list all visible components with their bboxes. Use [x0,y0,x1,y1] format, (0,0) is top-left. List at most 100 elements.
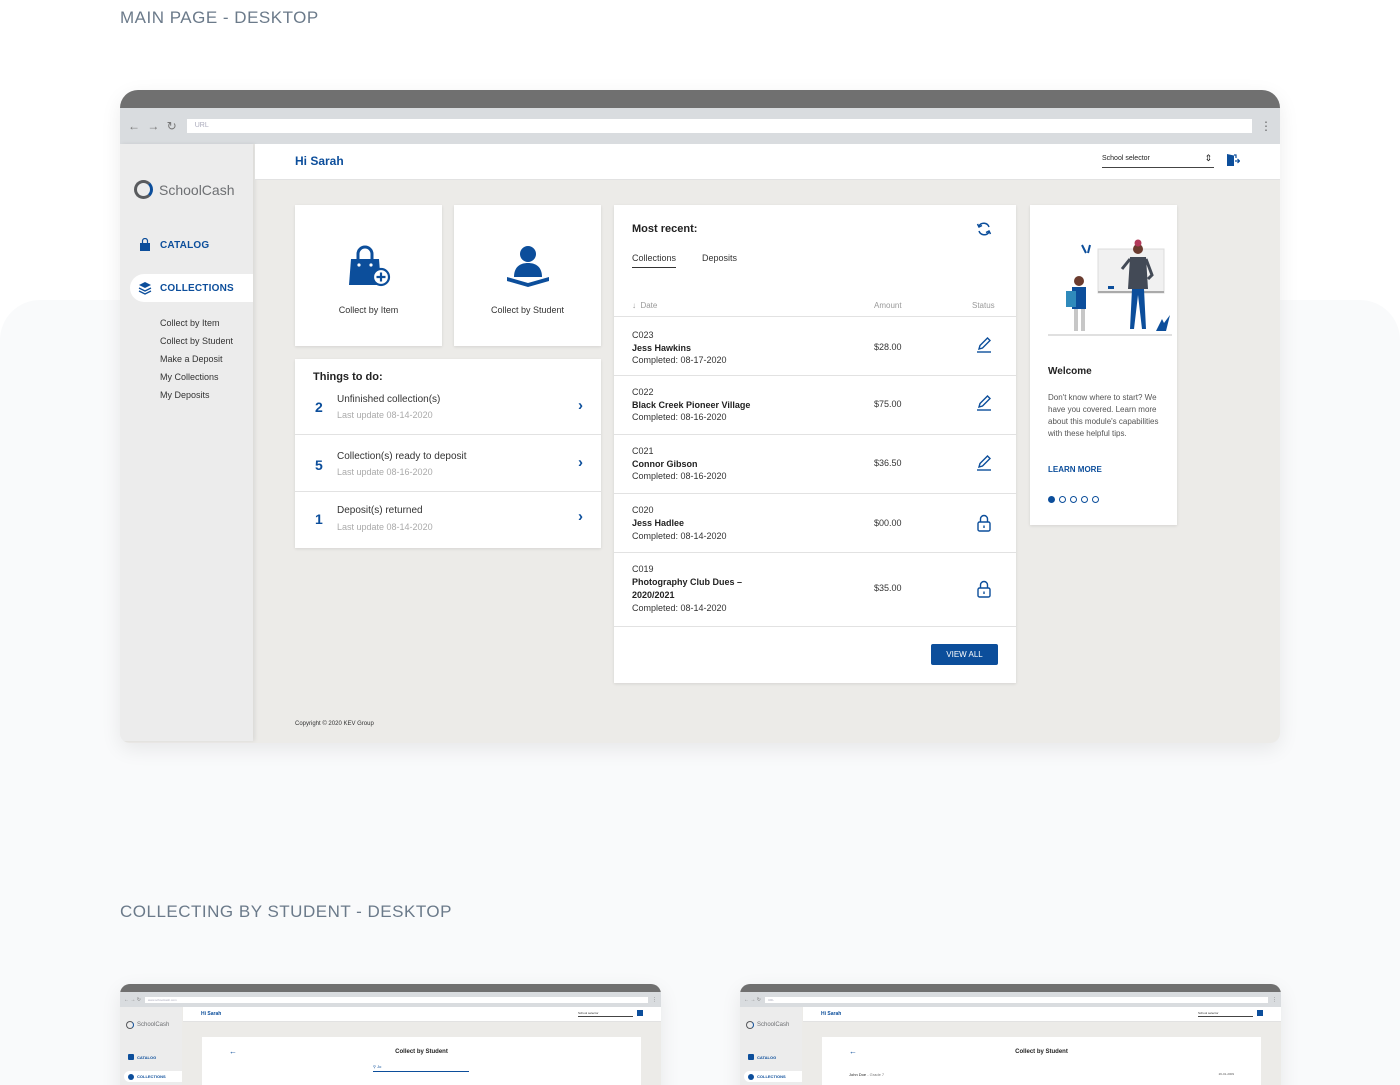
schoolcash-logo[interactable]: SchoolCash [126,1021,169,1029]
sidebar-item-collections[interactable]: COLLECTIONS [744,1071,802,1082]
submenu-make-a-deposit[interactable]: Make a Deposit [160,350,233,368]
catalog-bag-icon [140,238,150,251]
browser-menu-icon[interactable]: ⋮ [1272,997,1277,1003]
schoolcash-logo[interactable]: SchoolCash [746,1021,789,1029]
browser-nav-icons[interactable]: ← → ↻ [128,119,179,133]
logo-icon [746,1021,754,1029]
collection-completed-date: Completed: 08-14-2020 [632,531,727,541]
panel-title: Collect by Student [395,1049,448,1055]
copyright: Copyright © 2020 KEV Group [295,721,374,727]
most-recent-title: Most recent: [632,223,698,235]
browser-toolbar: ← → ↻ URL ⋮ [120,108,1280,144]
collect-by-student-panel: ← Collect by Student ⚲ Jo [202,1037,641,1085]
catalog-bag-icon [748,1054,754,1060]
browser-nav-icons[interactable]: ← → ↻ [124,997,141,1003]
table-row[interactable]: C021 Connor Gibson Completed: 08-16-2020… [614,434,1016,493]
column-header-date[interactable]: ↓ Date [632,301,657,310]
search-icon: ⚲ [373,1064,376,1069]
submenu-my-collections[interactable]: My Collections [160,368,233,386]
edit-pencil-icon[interactable] [975,454,993,472]
sidebar-item-catalog[interactable]: CATALOG [748,1054,776,1060]
collect-by-student-window-selected: ← → ↻ URL ⋮ SchoolCash CATALOG COLLECTIO… [740,984,1281,1085]
carousel-dot-3[interactable] [1070,496,1077,503]
selected-student[interactable]: John Doe - Grade 7 [849,1072,884,1077]
todo-label: Collection(s) ready to deposit [337,451,467,462]
chevron-right-icon: › [578,454,583,471]
browser-menu-icon[interactable]: ⋮ [652,997,657,1003]
sidebar-item-collections[interactable]: COLLECTIONS [130,274,253,302]
greeting: Hi Sarah [201,1011,222,1017]
browser-nav-icons[interactable]: ← → ↻ [744,997,761,1003]
refresh-icon[interactable] [976,221,992,237]
sidebar: SchoolCash CATALOG COLLECTIONS Collect b… [120,144,253,741]
collection-name: Jess Hadlee [632,518,685,528]
submenu-my-deposits[interactable]: My Deposits [160,386,233,404]
student-reading-icon [507,246,549,287]
browser-titlebar [120,984,661,992]
collect-by-item-card[interactable]: Collect by Item [295,205,442,346]
sidebar-item-collections-label: COLLECTIONS [137,1074,166,1079]
school-selector[interactable]: School selector [1198,1011,1253,1017]
table-row[interactable]: C020 Jess Hadlee Completed: 08-14-2020 $… [614,493,1016,552]
collect-by-student-card[interactable]: Collect by Student [454,205,601,346]
welcome-card: Welcome Don't know where to start? We ha… [1030,205,1177,525]
todo-item-unfinished[interactable]: 2 Unfinished collection(s) Last update 0… [295,379,601,435]
sidebar-item-catalog-label: CATALOG [137,1054,157,1060]
edit-pencil-icon[interactable] [975,394,993,412]
student-name: John Doe [849,1072,867,1077]
schoolcash-logo[interactable]: SchoolCash [134,180,235,199]
tab-deposits[interactable]: Deposits [702,253,737,263]
sidebar-item-collections[interactable]: COLLECTIONS [124,1071,182,1082]
todo-count: 1 [315,511,323,527]
collections-submenu: Collect by Item Collect by Student Make … [160,314,233,404]
url-bar[interactable]: URL [764,996,1268,1003]
logo-icon [134,180,153,199]
learn-more-link[interactable]: LEARN MORE [1048,465,1102,474]
table-row[interactable]: C019 Photography Club Dues – 2020/2021 C… [614,552,1016,626]
logout-icon[interactable] [637,1010,643,1016]
todo-count: 5 [315,457,323,473]
sidebar: SchoolCash CATALOG COLLECTIONS [120,1007,182,1085]
tab-collections[interactable]: Collections [632,253,677,268]
todo-item-ready-to-deposit[interactable]: 5 Collection(s) ready to deposit Last up… [295,436,601,492]
carousel-dot-5[interactable] [1092,496,1099,503]
school-selector[interactable]: School selector ⇕ [1102,153,1214,168]
url-bar[interactable]: www.schoolcash.com [144,996,648,1003]
greeting: Hi Sarah [821,1011,842,1017]
view-all-button[interactable]: VIEW ALL [931,644,998,665]
chevron-right-icon: › [578,397,583,414]
logout-icon[interactable] [1226,153,1240,167]
section-title-main: MAIN PAGE - DESKTOP [120,8,319,27]
collection-amount: $28.00 [874,342,902,352]
carousel-dot-1[interactable] [1048,496,1055,503]
column-header-status: Status [972,301,995,310]
table-row[interactable]: C022 Black Creek Pioneer Village Complet… [614,375,1016,434]
edit-pencil-icon[interactable] [975,336,993,354]
collection-code: C019 [632,564,654,574]
carousel-dot-4[interactable] [1081,496,1088,503]
selector-caret-icon: ⇕ [1204,153,1212,163]
logout-icon[interactable] [1257,1010,1263,1016]
search-value: Jo [377,1064,382,1069]
carousel-dot-2[interactable] [1059,496,1066,503]
sidebar-item-catalog[interactable]: CATALOG [128,1054,156,1060]
url-bar[interactable]: URL [186,119,1252,133]
top-header: Hi Sarah School selector [803,1007,1281,1022]
submenu-collect-by-student[interactable]: Collect by Student [160,332,233,350]
table-row[interactable]: C023 Jess Hawkins Completed: 08-17-2020 … [614,316,1016,375]
browser-menu-icon[interactable]: ⋮ [1260,119,1272,133]
todo-item-deposits-returned[interactable]: 1 Deposit(s) returned Last update 08-14-… [295,492,601,548]
catalog-bag-icon [128,1054,134,1060]
school-selector[interactable]: School selector [578,1011,633,1017]
collect-by-item-label: Collect by Item [338,305,399,315]
student-search-input[interactable]: ⚲ Jo [373,1064,469,1072]
submenu-collect-by-item[interactable]: Collect by Item [160,314,233,332]
todo-label: Unfinished collection(s) [337,394,441,405]
logo-text: SchoolCash [757,1022,790,1028]
chevron-right-icon: › [578,508,583,525]
collect-by-student-label: Collect by Student [490,305,565,315]
sidebar-item-catalog-label: CATALOG [160,239,210,251]
browser-titlebar [740,984,1281,992]
sidebar-item-catalog[interactable]: CATALOG [138,238,209,252]
todo-count: 2 [315,399,323,415]
